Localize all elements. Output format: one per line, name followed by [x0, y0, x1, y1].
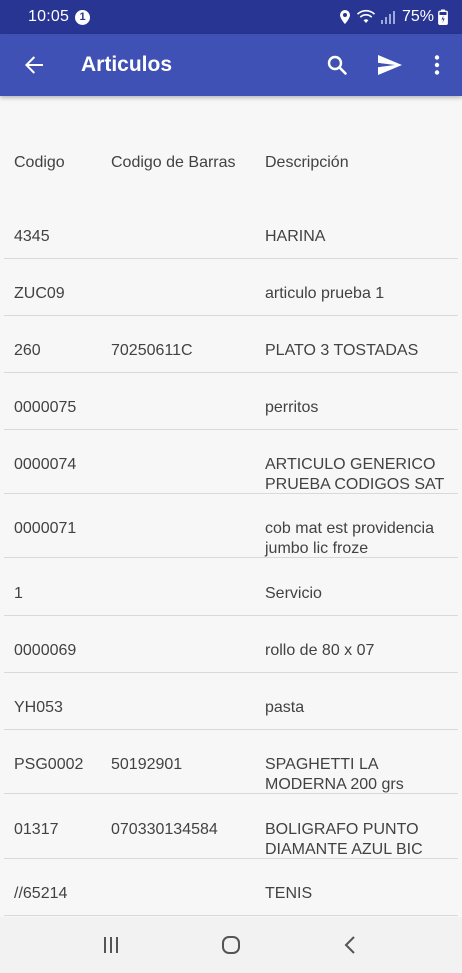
cell-descripcion-line2: jumbo lic froze — [265, 540, 369, 557]
cell-codigo: //65214 — [14, 885, 68, 902]
cell-descripcion: SPAGHETTI LA — [265, 756, 379, 773]
location-icon — [339, 10, 350, 24]
row-divider — [4, 729, 458, 730]
app-bar: Articulos — [0, 34, 462, 96]
row-divider — [4, 557, 458, 558]
cell-codigo: 0000069 — [14, 642, 77, 659]
cell-descripcion: rollo de 80 x 07 — [265, 642, 375, 659]
nav-back-button[interactable] — [320, 917, 380, 973]
row-divider — [4, 429, 458, 430]
cell-descripcion: TENIS — [265, 885, 313, 902]
status-bar: 10:05 1 75% — [0, 0, 462, 34]
cell-barras: 50192901 — [111, 756, 183, 773]
cell-descripcion: pasta — [265, 699, 305, 716]
cell-codigo: 0000075 — [14, 399, 77, 416]
arrow-back-icon — [25, 56, 43, 74]
cell-descripcion-line2: PRUEBA CODIGOS SAT — [265, 476, 445, 493]
cell-descripcion-line2: DIAMANTE AZUL BIC — [265, 841, 423, 858]
battery-percent: 75% — [401, 8, 434, 25]
cell-descripcion: PLATO 3 TOSTADAS — [265, 342, 419, 359]
cell-codigo: YH053 — [14, 699, 63, 716]
signal-icon — [380, 11, 395, 24]
table-header: Codigo Codigo de Barras Descripción — [0, 152, 462, 174]
search-icon — [327, 55, 347, 75]
cell-descripcion: Servicio — [265, 585, 322, 602]
row-divider — [4, 858, 458, 859]
header-codigo-barras: Codigo de Barras — [111, 154, 236, 171]
cell-codigo: 4345 — [14, 228, 50, 245]
back-button[interactable] — [19, 50, 49, 80]
home-icon — [222, 936, 240, 954]
send-button[interactable] — [375, 50, 405, 80]
page-title: Articulos — [81, 53, 173, 76]
cell-descripcion-line2: MODERNA 200 grs — [265, 776, 404, 793]
row-divider — [4, 672, 458, 673]
more-options-button[interactable] — [422, 50, 452, 80]
cell-descripcion: HARINA — [265, 228, 326, 245]
recent-apps-icon — [104, 937, 118, 953]
cell-descripcion: ARTICULO GENERICO — [265, 456, 436, 473]
cell-codigo: 0000074 — [14, 456, 77, 473]
row-divider — [4, 915, 458, 916]
cell-codigo: 01317 — [14, 821, 59, 838]
send-icon — [378, 55, 402, 75]
row-divider — [4, 615, 458, 616]
cell-barras: 070330134584 — [111, 821, 218, 838]
cell-barras: 70250611C — [111, 342, 193, 359]
search-button[interactable] — [322, 50, 352, 80]
recent-apps-button[interactable] — [81, 917, 141, 973]
app-bar-actions — [322, 50, 462, 80]
cell-codigo: 260 — [14, 342, 41, 359]
header-codigo: Codigo — [14, 154, 65, 171]
cell-descripcion: perritos — [265, 399, 319, 416]
status-icons: 75% — [338, 8, 448, 26]
more-vert-icon — [434, 55, 440, 75]
home-button[interactable] — [201, 917, 261, 973]
row-divider — [4, 493, 458, 494]
cell-descripcion: BOLIGRAFO PUNTO — [265, 821, 419, 838]
status-time: 10:05 — [28, 8, 70, 25]
cell-codigo: 1 — [14, 585, 23, 602]
header-descripcion: Descripción — [265, 154, 349, 171]
cell-descripcion: cob mat est providencia — [265, 520, 434, 537]
battery-charging-icon — [438, 9, 448, 25]
chevron-back-icon — [344, 936, 355, 954]
wifi-icon — [356, 9, 376, 23]
cell-codigo: PSG0002 — [14, 756, 84, 773]
system-nav-bar — [0, 917, 462, 973]
row-divider — [4, 315, 458, 316]
row-divider — [4, 258, 458, 259]
cell-codigo: 0000071 — [14, 520, 77, 537]
cell-descripcion: articulo prueba 1 — [265, 285, 385, 302]
row-divider — [4, 793, 458, 794]
row-divider — [4, 372, 458, 373]
cell-codigo: ZUC09 — [14, 285, 65, 302]
notification-count-badge: 1 — [75, 9, 91, 25]
